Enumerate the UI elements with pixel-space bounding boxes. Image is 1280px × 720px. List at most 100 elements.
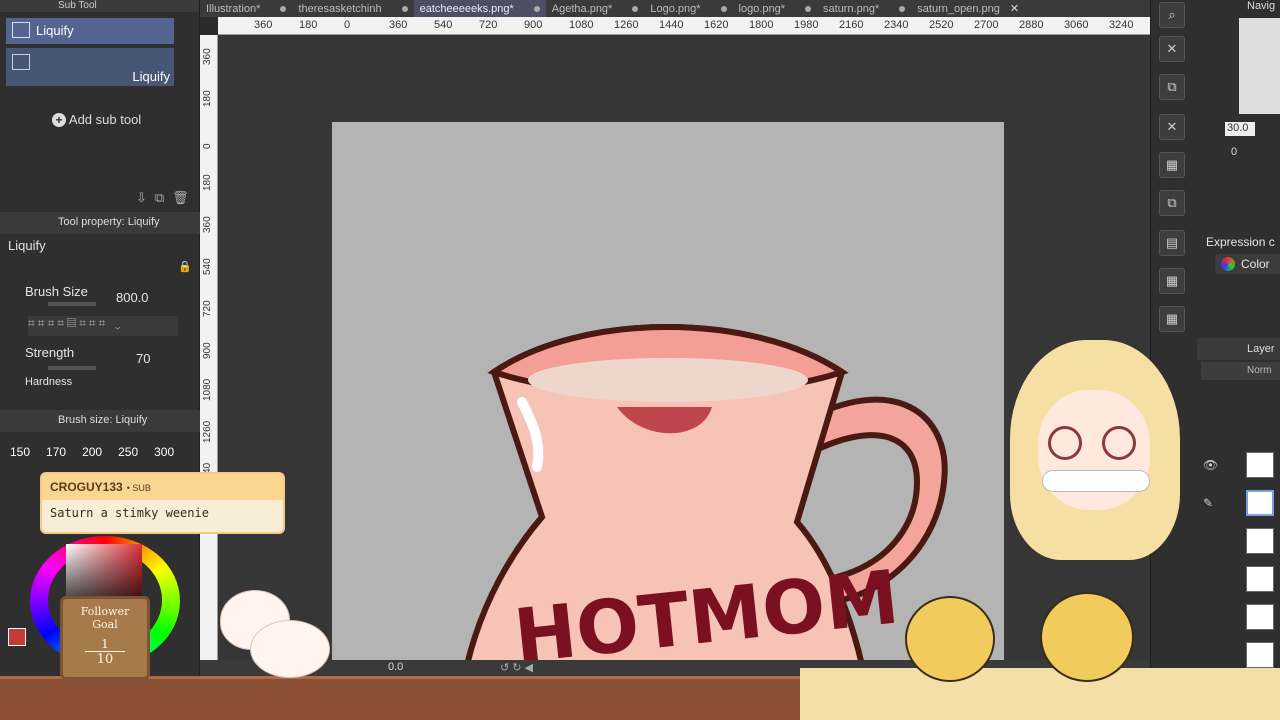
layer-tool-icon[interactable]: ▤	[1159, 230, 1185, 256]
unsaved-dot-icon	[720, 5, 727, 12]
brush-size-list: 150 170 200 250 300	[10, 445, 174, 459]
brush-size-option[interactable]: 250	[118, 445, 138, 459]
ruler-left: 3601800180360540720900108012601440	[200, 35, 218, 665]
subtool-actions[interactable]: ⇩⧉🗑	[136, 190, 197, 206]
document-tabs: Illustration* theresasketchinh eatcheeee…	[200, 0, 1150, 17]
lock-icon[interactable]: 🔒	[178, 260, 192, 273]
close-icon[interactable]: ✕	[1010, 2, 1019, 15]
tab-saturn[interactable]: saturn.png*	[817, 0, 911, 17]
layer-header: Layer	[1197, 338, 1280, 360]
layer-thumbnail[interactable]	[1246, 642, 1274, 668]
ruler-tick-label: 3240	[1109, 19, 1134, 31]
tab-label: Agetha.png*	[551, 2, 613, 15]
add-sub-tool-button[interactable]: + Add sub tool	[52, 112, 141, 127]
tab-label: saturn_open.png	[917, 2, 1000, 15]
unsaved-dot-icon	[401, 5, 408, 12]
tab-eatcheeeeeks[interactable]: eatcheeeeeks.png*	[413, 0, 546, 17]
tab-label: theresasketchinh	[298, 2, 382, 15]
overlay-desk-front	[800, 668, 1280, 720]
brush-size-slider[interactable]	[48, 302, 96, 306]
subtool-item-liquify[interactable]: Liquify	[6, 18, 174, 44]
unsaved-dot-icon	[805, 5, 812, 12]
bee-mascot	[1040, 592, 1134, 682]
brush-size-option[interactable]: 170	[46, 445, 66, 459]
tab-illustration[interactable]: Illustration*	[200, 0, 292, 17]
layer-title: Layer	[1247, 343, 1275, 355]
subtool-label: Liquify	[132, 69, 170, 84]
ruler-tick-label: 540	[202, 258, 213, 275]
ruler-tick-label: 1620	[704, 19, 729, 31]
copy-icon[interactable]: ⧉	[1159, 190, 1185, 216]
hardness-label: Hardness	[25, 376, 73, 386]
blend-mode-select[interactable]: Norm	[1201, 362, 1280, 380]
ruler-tick-label: 2340	[884, 19, 909, 31]
strength-value[interactable]: 70	[136, 351, 150, 366]
liquify-mode-selector[interactable]: ⌗⌗⌗⌗▤⌗⌗⌗ ⌄	[28, 316, 178, 336]
status-value: 0.0	[388, 661, 404, 673]
ruler-tick-label: 1440	[659, 19, 684, 31]
zoom-value[interactable]: 30.0	[1225, 122, 1255, 136]
ruler-tick-label: 1260	[202, 420, 213, 443]
color-mode-chip[interactable]: Color	[1215, 254, 1280, 274]
ruler-tick-label: 0	[202, 143, 213, 149]
follower-goal-sign: Follower Goal 1 10	[60, 596, 150, 680]
ruler-tick-label: 1260	[614, 19, 639, 31]
pen-icon[interactable]: ✎	[1203, 496, 1213, 510]
follower-goal-current: 1	[101, 637, 109, 651]
ruler-tick-label: 720	[202, 300, 213, 317]
layer-thumbnail[interactable]	[1246, 452, 1274, 478]
ruler-tick-label: 3060	[1064, 19, 1089, 31]
ruler-tick-label: 360	[254, 19, 273, 31]
close-icon[interactable]: ✕	[1159, 114, 1185, 140]
main-color-swatch[interactable]	[8, 628, 26, 646]
brush-size-header: Brush size: Liquify	[0, 410, 200, 432]
strength-label: Strength	[25, 345, 75, 360]
tab-label: saturn.png*	[823, 2, 880, 15]
eye-icon[interactable]: 👁	[1203, 458, 1218, 472]
cat-mascot	[210, 580, 330, 680]
layer-thumbnail[interactable]	[1246, 604, 1274, 630]
brush-size-option[interactable]: 300	[154, 445, 174, 459]
brush-size-option[interactable]: 200	[82, 445, 102, 459]
rotation-value[interactable]: 0	[1231, 146, 1237, 158]
grid-icon[interactable]: ▦	[1159, 268, 1185, 294]
subtool-item-liquify-2[interactable]: Liquify	[6, 48, 174, 86]
search-icon[interactable]: ⌕	[1159, 2, 1185, 28]
tab-logo[interactable]: Logo.png*	[644, 0, 732, 17]
brush-size-value[interactable]: 800.0	[116, 290, 149, 305]
strength-slider[interactable]	[48, 366, 96, 370]
subtool-label: Liquify	[36, 23, 74, 38]
tab-label: eatcheeeeeks.png*	[419, 2, 514, 15]
tab-logo-lower[interactable]: logo.png*	[733, 0, 818, 17]
ruler-tick-label: 1080	[202, 378, 213, 401]
layer-thumbnail[interactable]	[1246, 528, 1274, 554]
ruler-tick-label: 2700	[974, 19, 999, 31]
grid-icon[interactable]: ▦	[1159, 152, 1185, 178]
color-mode-icon	[1221, 257, 1235, 271]
bee-mascot	[905, 596, 995, 682]
ruler-tick-label: 180	[202, 174, 213, 191]
navigator-preview[interactable]	[1239, 18, 1280, 114]
grid-icon	[12, 54, 30, 70]
layer-thumbnail-selected[interactable]	[1246, 490, 1274, 516]
layer-thumbnail[interactable]	[1246, 566, 1274, 592]
tab-theresasketch[interactable]: theresasketchinh	[292, 0, 413, 17]
tool-property-header: Tool property: Liquify	[0, 212, 200, 234]
mug-illustration: HOTMOM	[463, 324, 948, 680]
grid-icon[interactable]: ▦	[1159, 306, 1185, 332]
copy-icon[interactable]: ⧉	[1159, 74, 1185, 100]
ruler-tick-label: 360	[389, 19, 408, 31]
sub-tool-title: Sub Tool	[0, 0, 199, 12]
brush-size-option[interactable]: 150	[10, 445, 30, 459]
add-sub-tool-label: Add sub tool	[68, 112, 142, 127]
tab-label: Illustration*	[206, 2, 261, 15]
vtuber-avatar	[990, 330, 1200, 560]
tab-agetha[interactable]: Agetha.png*	[546, 0, 645, 17]
rotate-icons[interactable]: ↺ ↻ ◀	[500, 661, 533, 674]
ruler-top: 360 180 0 360 540 720 900 1080 1260 1440 1620 1800 1…	[218, 17, 1150, 35]
canvas-paper[interactable]: HOTMOM	[332, 122, 1004, 680]
chat-message: Saturn a stimky weenie	[50, 506, 209, 520]
close-icon[interactable]: ✕	[1159, 36, 1185, 62]
grid-icon	[12, 22, 30, 38]
tab-saturn-open[interactable]: saturn_open.png ✕	[911, 0, 1025, 17]
